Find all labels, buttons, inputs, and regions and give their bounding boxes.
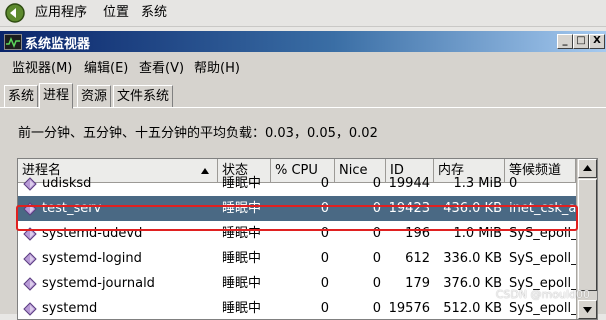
cell-mem: 436.0 KB — [443, 201, 502, 216]
cell-cpu: 0 — [320, 276, 329, 291]
scroll-thumb[interactable] — [578, 179, 597, 291]
cell-mem: 336.0 KB — [443, 251, 502, 266]
cell-state: 睡眠中 — [222, 226, 262, 241]
scroll-down-button[interactable] — [578, 300, 597, 319]
cell-cpu: 0 — [320, 251, 329, 266]
cell-state: 睡眠中 — [222, 301, 262, 316]
menu-places[interactable]: 位置 — [103, 0, 129, 26]
table-row[interactable]: test_serv 睡眠中 0 0 19423 436.0 KB inet_csk_ac — [18, 196, 576, 221]
menubar: 监视器(M) 编辑(E) 查看(V) 帮助(H) — [0, 53, 606, 76]
arrow-up-icon — [583, 165, 592, 171]
cell-cpu: 0 — [320, 201, 329, 216]
process-icon — [23, 177, 37, 191]
top-panel: 应用程序 位置 系统 — [0, 0, 606, 27]
cell-nice: 0 — [372, 276, 381, 291]
cell-id: 19944 — [388, 176, 430, 191]
menu-applications[interactable]: 应用程序 — [35, 0, 87, 26]
cell-id: 179 — [405, 276, 430, 291]
tab-system[interactable]: 系统 — [4, 85, 39, 108]
cell-process-name: systemd-udevd — [42, 226, 143, 241]
load-average-label: 前一分钟、五分钟、十五分钟的平均负载：0.03，0.05，0.02 — [18, 126, 378, 141]
cell-mem: 1.3 MiB — [453, 176, 502, 191]
system-monitor-icon — [4, 34, 22, 50]
cell-id: 612 — [405, 251, 430, 266]
cell-process-name: test_serv — [42, 201, 102, 216]
close-button[interactable]: X — [589, 34, 605, 49]
menu-help[interactable]: 帮助(H) — [194, 57, 240, 76]
arrow-down-icon — [583, 307, 592, 313]
cell-process-name: systemd-logind — [42, 251, 142, 266]
maximize-button[interactable]: □ — [573, 34, 589, 49]
cell-id: 19423 — [388, 201, 430, 216]
cell-state: 睡眠中 — [222, 201, 262, 216]
scroll-up-button[interactable] — [578, 159, 597, 178]
window-titlebar[interactable]: 系统监视器 _ □ X — [0, 31, 606, 52]
process-icon — [23, 277, 37, 291]
cell-cpu: 0 — [320, 301, 329, 316]
system-monitor-window: 系统监视器 _ □ X 监视器(M) 编辑(E) 查看(V) 帮助(H) 系统 … — [0, 31, 606, 320]
cell-wchan: 0 — [509, 176, 518, 191]
cell-process-name: systemd-journald — [42, 276, 155, 291]
table-row[interactable]: udisksd 睡眠中 0 0 19944 1.3 MiB 0 — [18, 171, 576, 196]
table-row[interactable]: systemd-logind 睡眠中 0 0 612 336.0 KB SyS_epoll_… — [18, 246, 576, 271]
tab-processes[interactable]: 进程 — [39, 83, 74, 109]
menu-system[interactable]: 系统 — [141, 0, 167, 26]
cell-process-name: systemd — [42, 301, 98, 316]
tab-resources[interactable]: 资源 — [77, 85, 112, 108]
cell-wchan: SyS_epoll_v — [509, 251, 576, 266]
cell-nice: 0 — [372, 176, 381, 191]
table-row[interactable]: systemd-journald 睡眠中 0 0 179 376.0 KB SyS_epol… — [18, 271, 576, 296]
cell-cpu: 0 — [320, 226, 329, 241]
cell-state: 睡眠中 — [222, 251, 262, 266]
process-icon — [23, 252, 37, 266]
cell-state: 睡眠中 — [222, 276, 262, 291]
menu-edit[interactable]: 编辑(E) — [84, 57, 128, 76]
cell-state: 睡眠中 — [222, 176, 262, 191]
process-icon — [23, 202, 37, 216]
app-menu-logo-icon[interactable] — [4, 2, 26, 24]
cell-id: 19576 — [388, 301, 430, 316]
cell-nice: 0 — [372, 251, 381, 266]
table-row[interactable]: systemd睡眠中0019576512.0 KBSyS_epoll_v — [18, 296, 576, 319]
cell-nice: 0 — [372, 301, 381, 316]
cell-mem: 1.0 MiB — [453, 226, 502, 241]
watermark: CSDN @mould00 — [495, 288, 590, 301]
cell-wchan: inet_csk_ac — [509, 201, 576, 216]
tab-bar: 系统 进程 资源 文件系统 — [0, 83, 606, 109]
cell-nice: 0 — [372, 201, 381, 216]
table-row[interactable]: systemd-udevd 睡眠中 0 0 196 1.0 MiB SyS_epoll_v — [18, 221, 576, 246]
menu-view[interactable]: 查看(V) — [139, 57, 184, 76]
processes-panel: 前一分钟、五分钟、十五分钟的平均负载：0.03，0.05，0.02 进程名 状态… — [0, 107, 606, 320]
cell-wchan: SyS_epoll_v — [509, 226, 576, 241]
cell-id: 196 — [405, 226, 430, 241]
cell-mem: 376.0 KB — [443, 276, 502, 291]
cell-cpu: 0 — [320, 176, 329, 191]
window-title: 系统监视器 — [25, 37, 91, 52]
tab-filesystems[interactable]: 文件系统 — [113, 85, 174, 108]
menu-monitor[interactable]: 监视器(M) — [12, 57, 72, 76]
cell-nice: 0 — [372, 226, 381, 241]
minimize-button[interactable]: _ — [557, 34, 573, 49]
process-icon — [23, 227, 37, 241]
cell-process-name: udisksd — [42, 176, 92, 191]
cell-mem: 512.0 KB — [443, 301, 502, 316]
